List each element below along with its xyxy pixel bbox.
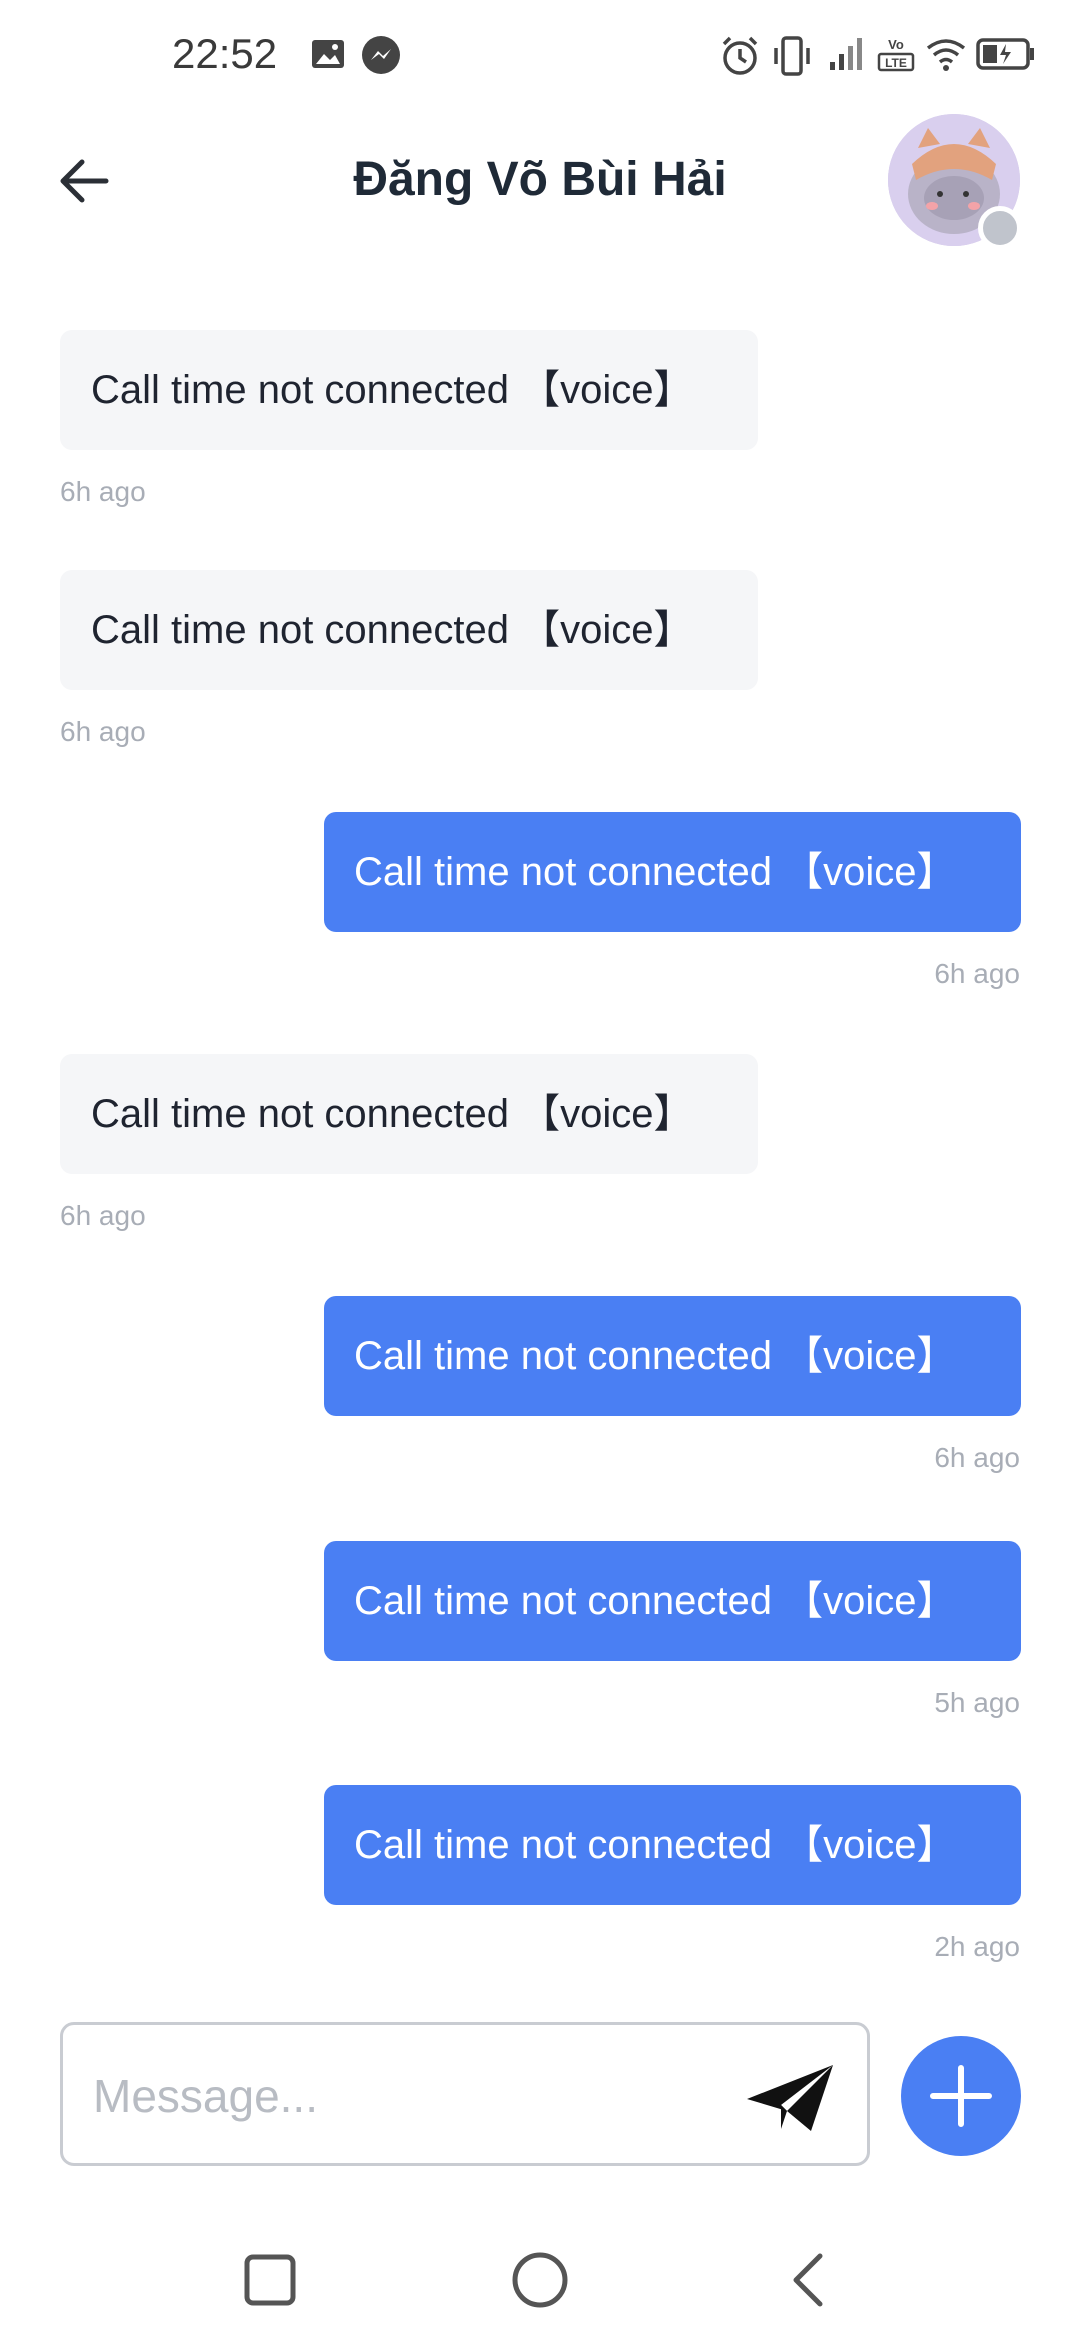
status-bar: 22:52 Vo LTE	[0, 0, 1080, 110]
message-timestamp: 6h ago	[60, 1200, 146, 1231]
message-timestamp: 6h ago	[934, 958, 1020, 989]
system-nav-bar	[0, 2200, 1080, 2340]
plus-icon	[930, 2065, 992, 2127]
image-icon	[308, 34, 348, 79]
message-timestamp: 6h ago	[60, 716, 146, 747]
outgoing-message-bubble[interactable]: Call time not connected 【voice】	[324, 812, 1021, 932]
outgoing-message-bubble[interactable]: Call time not connected 【voice】	[324, 1296, 1021, 1416]
vibrate-icon	[770, 34, 814, 83]
messenger-icon	[360, 34, 402, 81]
message-composer	[60, 2022, 870, 2166]
status-time: 22:52	[172, 30, 278, 77]
message-timestamp: 6h ago	[60, 476, 146, 507]
send-icon	[747, 2065, 833, 2131]
outgoing-message-bubble[interactable]: Call time not connected 【voice】	[324, 1541, 1021, 1661]
message-list[interactable]: ‾ Call time not connected 【voice】 6h ago…	[0, 255, 1080, 1995]
recents-icon	[244, 2254, 296, 2306]
message-timestamp: 6h ago	[934, 1442, 1020, 1473]
svg-text:Vo: Vo	[888, 37, 904, 52]
back-nav-button[interactable]	[770, 2240, 850, 2320]
home-button[interactable]	[500, 2240, 580, 2320]
back-icon	[793, 2253, 823, 2307]
chat-header: Đăng Võ Bùi Hải	[0, 110, 1080, 255]
add-attachment-button[interactable]	[901, 2036, 1021, 2156]
message-input[interactable]	[91, 2053, 755, 2139]
svg-text:LTE: LTE	[885, 56, 907, 70]
incoming-message-bubble[interactable]: Call time not connected 【voice】	[60, 330, 758, 450]
volte-icon: Vo LTE	[876, 34, 916, 79]
message-timestamp: 2h ago	[934, 1931, 1020, 1962]
incoming-message-bubble[interactable]: Call time not connected 【voice】	[60, 570, 758, 690]
wifi-icon	[924, 34, 968, 79]
signal-icon	[826, 34, 866, 79]
outgoing-message-bubble[interactable]: Call time not connected 【voice】	[324, 1785, 1021, 1905]
message-timestamp: 5h ago	[934, 1687, 1020, 1718]
presence-status-dot	[978, 206, 1022, 250]
recents-button[interactable]	[230, 2240, 310, 2320]
alarm-icon	[718, 34, 762, 83]
incoming-message-bubble[interactable]: Call time not connected 【voice】	[60, 1054, 758, 1174]
home-icon	[512, 2252, 568, 2308]
clipped-timestamp: ‾	[60, 255, 70, 272]
send-button[interactable]	[741, 2059, 841, 2139]
battery-charging-icon	[976, 34, 1036, 79]
